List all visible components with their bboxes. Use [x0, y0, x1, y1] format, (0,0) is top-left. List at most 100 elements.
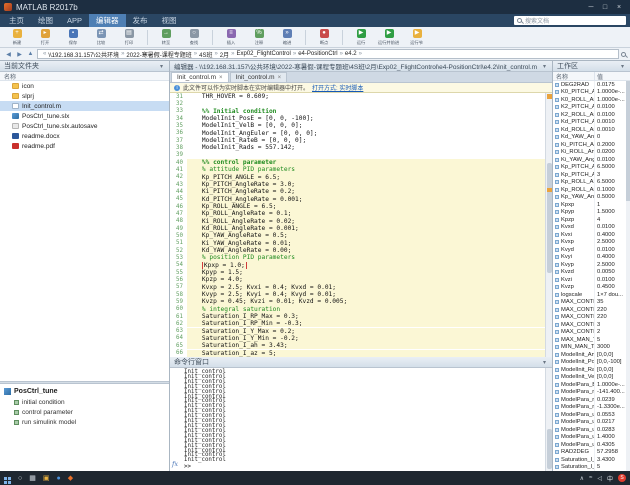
workspace-row[interactable]: Ki_ROLL_AngleRa...0.0200 — [553, 149, 630, 157]
workspace-row[interactable]: Kd_ROLL_AngleR...0.0010 — [553, 126, 630, 134]
up-folder-button[interactable]: ▲ — [26, 51, 35, 57]
code-text[interactable]: Saturation_I_ah = 3.43; — [187, 342, 545, 349]
line-number-gutter[interactable]: 64 — [170, 335, 187, 341]
details-section-item[interactable]: run simulink model — [4, 417, 165, 427]
file-row[interactable]: icon — [0, 81, 169, 91]
breakpoints-button[interactable]: ●断点 — [311, 29, 337, 46]
line-number-gutter[interactable]: 59 — [170, 299, 187, 305]
code-text[interactable]: Kvzp = 0.45; Kvzi = 0.01; Kvzd = 0.005; — [187, 298, 545, 305]
ribbon-tab-plots[interactable]: 绘图 — [31, 14, 60, 27]
workspace-row[interactable]: K2_PITCH_Angle...0.0100 — [553, 104, 630, 112]
compare-button[interactable]: ⇄比较 — [88, 29, 114, 46]
code-text[interactable]: Kd_ROLL_AngleRate = 0.001; — [187, 225, 545, 232]
code-text[interactable]: Ki_PITCH_AngleRate = 0.2; — [187, 188, 545, 195]
breadcrumb-segment[interactable]: 2月 — [220, 50, 229, 59]
ime-zh-indicator[interactable]: 中 — [607, 474, 613, 483]
line-number-gutter[interactable]: 38 — [170, 145, 187, 151]
workspace-row[interactable]: logscale1×7 dou... — [553, 291, 630, 299]
line-number-gutter[interactable]: 35 — [170, 123, 187, 129]
details-section-item[interactable]: initial condition — [4, 397, 165, 407]
workspace-row[interactable]: ModelPara_uav...0.0217 — [553, 419, 630, 427]
workspace-row[interactable]: MAX_CONTROL...3 — [553, 321, 630, 329]
find-button[interactable]: ○查找 — [181, 29, 207, 46]
warning-tick-icon[interactable] — [547, 188, 552, 192]
workspace-row[interactable]: MAX_CONTROL...220 — [553, 314, 630, 322]
workspace-row[interactable]: MAX_CONTROL...2 — [553, 329, 630, 337]
line-number-gutter[interactable]: 54 — [170, 262, 187, 268]
breadcrumb-segment[interactable]: 2022-寒暑假-课程专题班 — [126, 50, 191, 59]
ribbon-tab-apps[interactable]: APP — [60, 14, 89, 27]
line-number-gutter[interactable]: 32 — [170, 101, 187, 107]
file-row[interactable]: slprj — [0, 91, 169, 101]
workspace-row[interactable]: Kpyp1.5000 — [553, 209, 630, 217]
line-number-gutter[interactable]: 37 — [170, 138, 187, 144]
line-number-gutter[interactable]: 41 — [170, 167, 187, 173]
line-number-gutter[interactable]: 39 — [170, 152, 187, 158]
line-number-gutter[interactable]: 47 — [170, 211, 187, 217]
close-button[interactable]: × — [612, 4, 626, 11]
code-text[interactable]: Kp_YAW_AngleRate = 0.5; — [187, 232, 545, 239]
workspace-row[interactable]: ModelPara_uav...0.4305 — [553, 441, 630, 449]
line-number-gutter[interactable]: 46 — [170, 204, 187, 210]
code-text[interactable]: Saturation_I_RP_Min = -0.3; — [187, 320, 545, 327]
workspace-row[interactable]: K0_PITCH_Angle...1.0000e-... — [553, 89, 630, 97]
indent-button[interactable]: »缩进 — [274, 29, 300, 46]
workspace-row[interactable]: Kd_YAW_AngleR...0 — [553, 134, 630, 142]
workspace-row[interactable]: Kpxp1 — [553, 201, 630, 209]
code-text[interactable]: Saturation_I_Y_Min = -0.2; — [187, 335, 545, 342]
command-scrollbar-thumb[interactable] — [547, 429, 552, 469]
code-text[interactable]: Ki_ROLL_AngleRate = 0.02; — [187, 218, 545, 225]
workspace-row[interactable]: Kd_PITCH_Angle...0.0010 — [553, 119, 630, 127]
code-text[interactable]: Saturation_I_az = 5; — [187, 350, 545, 357]
workspace-row[interactable]: ModelInit_AngE...[0,0,0] — [553, 351, 630, 359]
workspace-row[interactable]: Saturation_I_ah3.4300 — [553, 456, 630, 464]
matlab-taskbar-icon[interactable]: ◆ — [68, 474, 73, 482]
workspace-row[interactable]: ModelPara_uav...0.0283 — [553, 426, 630, 434]
workspace-row[interactable]: ModelPara_mot...-141.400... — [553, 389, 630, 397]
message-indicator-icon[interactable] — [547, 94, 552, 99]
code-text[interactable]: Kpxp = 1.0; — [187, 262, 545, 269]
column-header-name[interactable]: 名称 — [553, 72, 595, 80]
code-text[interactable]: THR_HOVER = 0.609; — [187, 93, 545, 100]
taskbar-search-icon[interactable]: ○ — [18, 475, 22, 482]
ribbon-tab-home[interactable]: 主页 — [2, 14, 31, 27]
line-number-gutter[interactable]: 56 — [170, 277, 187, 283]
workspace-row[interactable]: DEG2RAD0.0175 — [553, 81, 630, 89]
line-number-gutter[interactable]: 62 — [170, 321, 187, 327]
code-text[interactable]: Kvxp = 2.5; Kvxi = 0.4; Kvxd = 0.01; — [187, 284, 545, 291]
run-advance-button[interactable]: ▶运行并前进 — [376, 29, 402, 46]
line-number-gutter[interactable]: 48 — [170, 218, 187, 224]
network-icon[interactable]: ≈ — [589, 475, 592, 481]
workspace-scrollbar-thumb[interactable] — [626, 81, 630, 201]
workspace-row[interactable]: ModelInit_PosE[0,0,-100] — [553, 359, 630, 367]
workspace-row[interactable]: ModelPara_Bla...1.0000e-... — [553, 381, 630, 389]
workspace-row[interactable]: MIN_MAN_THR3000 — [553, 344, 630, 352]
command-prompt[interactable]: >> — [184, 465, 544, 470]
workspace-row[interactable]: Ki_PITCH_AngleR...0.2000 — [553, 141, 630, 149]
line-number-gutter[interactable]: 51 — [170, 240, 187, 246]
line-number-gutter[interactable]: 49 — [170, 226, 187, 232]
print-button[interactable]: ▤打印 — [116, 29, 142, 46]
code-text[interactable]: % position PID parameters — [187, 254, 545, 261]
ribbon-tab-publish[interactable]: 发布 — [126, 14, 155, 27]
file-row[interactable]: readme.pdf — [0, 141, 169, 151]
workspace-row[interactable]: Kp_ROLL_ANGLE6.5000 — [553, 179, 630, 187]
save-button[interactable]: ▪保存 — [60, 29, 86, 46]
line-number-gutter[interactable]: 61 — [170, 314, 187, 320]
back-button[interactable]: ◀ — [4, 51, 13, 58]
workspace-row[interactable]: Kvyp2.5000 — [553, 261, 630, 269]
volume-icon[interactable]: ◁ — [597, 475, 602, 482]
workspace-row[interactable]: RAD2DEG57.2958 — [553, 449, 630, 457]
workspace-scrollbar[interactable] — [626, 81, 630, 471]
insert-button[interactable]: ≡插入 — [218, 29, 244, 46]
file-row[interactable]: Init_control.m — [0, 101, 169, 111]
editor-panel-menu-icon[interactable]: ▾ — [543, 63, 548, 70]
breadcrumb-segment[interactable]: \\192.168.31.157\公共环境 — [48, 50, 119, 59]
line-number-gutter[interactable]: 43 — [170, 182, 187, 188]
column-header-value[interactable]: 值 — [595, 72, 630, 80]
code-text[interactable]: Kp_ROLL_ANGLE = 6.5; — [187, 203, 545, 210]
code-text[interactable]: % attitude PID parameters — [187, 166, 545, 173]
workspace-row[interactable]: ModelPara_rot...0.0239 — [553, 396, 630, 404]
workspace-row[interactable]: Kvzd0.0050 — [553, 269, 630, 277]
open-button[interactable]: ▸打开 — [32, 29, 58, 46]
